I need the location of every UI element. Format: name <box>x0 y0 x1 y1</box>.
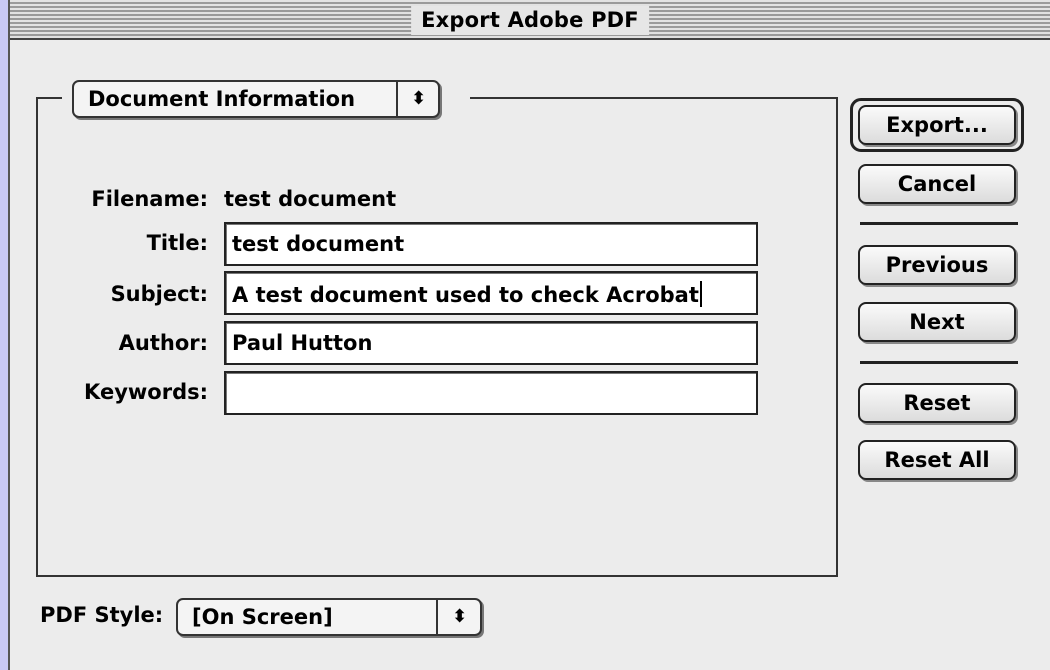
cancel-button[interactable]: Cancel <box>858 164 1016 204</box>
export-button[interactable]: Export... <box>858 105 1016 145</box>
updown-arrows-icon: ⬍ <box>411 88 427 109</box>
reset-all-button[interactable]: Reset All <box>858 440 1016 480</box>
section-popup-label: Document Information <box>88 87 356 111</box>
title-field[interactable]: test document <box>224 222 758 266</box>
section-popup[interactable]: Document Information ⬍ <box>72 80 440 118</box>
button-separator <box>860 222 1018 225</box>
popup-divider <box>436 600 438 634</box>
window-title: Export Adobe PDF <box>411 6 649 35</box>
subject-field-text: A test document used to check Acrobat <box>232 283 699 307</box>
text-caret <box>699 281 702 307</box>
updown-arrows-icon: ⬍ <box>452 606 468 627</box>
title-field-text: test document <box>232 232 405 256</box>
author-label: Author: <box>118 331 208 355</box>
pdf-style-value: [On Screen] <box>192 605 333 629</box>
export-pdf-dialog: Export Adobe PDF Document Information ⬍ … <box>8 0 1050 670</box>
filename-label: Filename: <box>91 187 208 211</box>
subject-field[interactable]: A test document used to check Acrobat <box>224 271 758 315</box>
title-bar[interactable]: Export Adobe PDF <box>10 0 1050 40</box>
reset-button[interactable]: Reset <box>858 383 1016 423</box>
filename-value: test document <box>224 187 397 211</box>
keywords-label: Keywords: <box>84 380 208 404</box>
author-field-text: Paul Hutton <box>232 331 373 355</box>
popup-divider <box>396 82 398 116</box>
pdf-style-label: PDF Style: <box>40 603 164 627</box>
previous-button[interactable]: Previous <box>858 245 1016 285</box>
pdf-style-popup[interactable]: [On Screen] ⬍ <box>176 598 482 636</box>
author-field[interactable]: Paul Hutton <box>224 321 758 365</box>
subject-label: Subject: <box>110 282 208 306</box>
title-label: Title: <box>146 231 208 255</box>
section-popup-wrapper: Document Information ⬍ <box>62 80 470 118</box>
keywords-field[interactable] <box>224 371 758 415</box>
next-button[interactable]: Next <box>858 302 1016 342</box>
button-separator <box>860 361 1018 364</box>
